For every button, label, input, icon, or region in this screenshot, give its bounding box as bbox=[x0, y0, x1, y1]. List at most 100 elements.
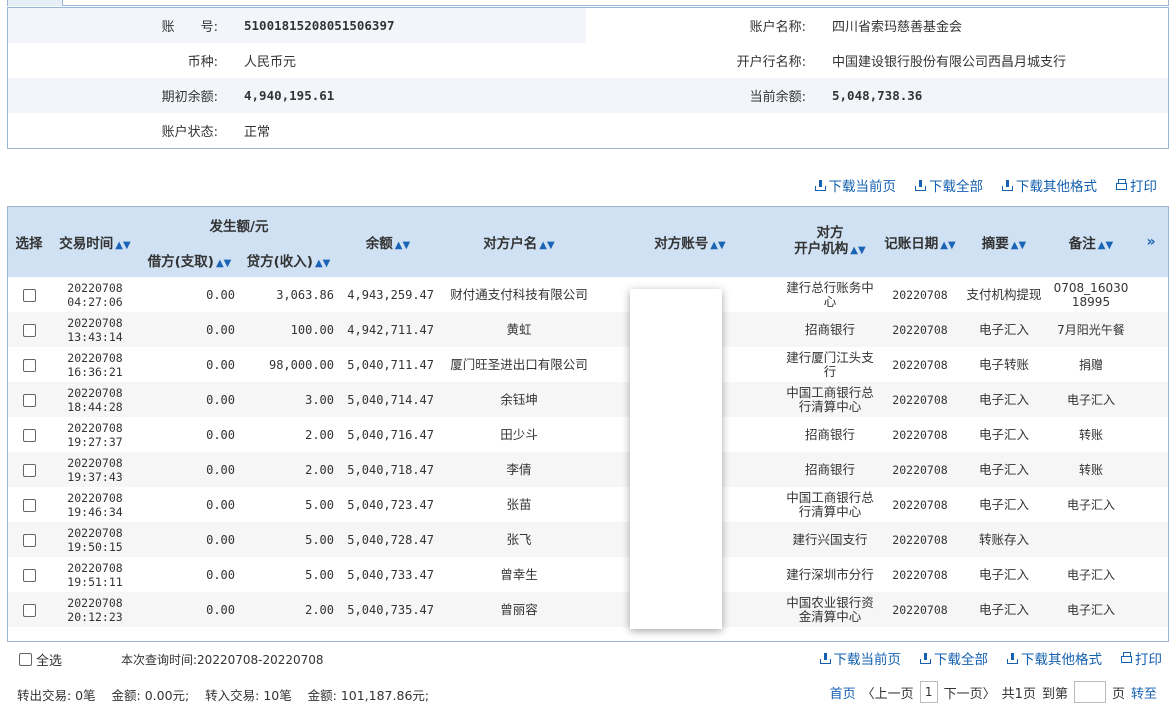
page-unit: 页 bbox=[1111, 686, 1125, 702]
print-link[interactable]: 打印 bbox=[1116, 175, 1157, 195]
debit-amount: 0.00 bbox=[206, 497, 235, 512]
counterparty-name: 财付通支付科技有限公司 bbox=[450, 286, 588, 302]
counterparty-name: 张飞 bbox=[438, 522, 600, 557]
row-select-cell bbox=[8, 382, 50, 417]
header-counterparty-bank[interactable]: 对方 开户机构 ▲▼ bbox=[780, 207, 880, 277]
row-checkbox[interactable] bbox=[22, 358, 36, 372]
sort-icon[interactable]: ▲▼ bbox=[850, 245, 865, 256]
more-columns-button[interactable]: » bbox=[1134, 207, 1168, 277]
table-row[interactable]: 20220708 04:27:06 0.00 3,063.86 4,943,259.47… bbox=[8, 277, 1168, 312]
header-debit[interactable]: 借方(支取) ▲▼ bbox=[140, 242, 239, 277]
transaction-table: 选择 交易时间 ▲▼ 发生额/元 余额 ▲▼ 对方户名 ▲▼ 对方账号 ▲▼ 对方 开户机… bbox=[7, 206, 1169, 642]
counterparty-bank: 建行厦门江头支行 bbox=[786, 349, 874, 379]
post-date: 20220708 bbox=[892, 287, 948, 302]
header-balance[interactable]: 余额 ▲▼ bbox=[338, 207, 438, 277]
debit-amount: 0.00 bbox=[140, 452, 239, 487]
sort-icon[interactable]: ▲▼ bbox=[1011, 240, 1026, 251]
counterparty-name: 田少斗 bbox=[500, 426, 538, 442]
chevron-right-icon[interactable]: » bbox=[1146, 234, 1155, 250]
sort-icon[interactable]: ▲▼ bbox=[940, 240, 955, 251]
row-checkbox[interactable] bbox=[22, 393, 36, 407]
sort-icon[interactable]: ▲▼ bbox=[539, 240, 554, 251]
header-summary[interactable]: 摘要 ▲▼ bbox=[960, 207, 1048, 277]
row-checkbox[interactable] bbox=[22, 533, 36, 547]
table-row[interactable]: 2022070819:37:430.002.005,040,718.47李倩62… bbox=[8, 452, 1168, 487]
download-icon bbox=[1007, 652, 1018, 664]
table-row[interactable]: 2022070819:50:150.005.005,040,728.47张飞62… bbox=[8, 522, 1168, 557]
table-row[interactable]: 2022070820:12:230.002.005,040,735.47曾丽容6… bbox=[8, 592, 1168, 627]
header-counterparty-account[interactable]: 对方账号 ▲▼ bbox=[600, 207, 780, 277]
summary: 电子汇入 bbox=[960, 382, 1048, 417]
row-select-cell bbox=[8, 487, 50, 522]
row-checkbox[interactable] bbox=[22, 498, 36, 512]
header-amount-group: 发生额/元 bbox=[140, 207, 338, 242]
debit-amount: 0.00 bbox=[140, 522, 239, 557]
download-other-format-link[interactable]: 下载其他格式 bbox=[1002, 175, 1097, 195]
row-checkbox[interactable] bbox=[22, 463, 36, 477]
counterparty-name: 黄虹 bbox=[438, 312, 600, 347]
sort-icon[interactable]: ▲▼ bbox=[216, 258, 231, 269]
post-date: 20220708 bbox=[880, 312, 960, 347]
account-name-label: 账户名称: bbox=[586, 8, 818, 43]
transaction-time: 20220708 19:37:43 bbox=[50, 452, 140, 487]
download-all-link[interactable]: 下载全部 bbox=[915, 175, 983, 195]
header-credit[interactable]: 贷方(收入) ▲▼ bbox=[239, 242, 338, 277]
debit-amount: 0.00 bbox=[140, 382, 239, 417]
opening-balance: 4,940,195.61 bbox=[230, 78, 586, 113]
currency-value: 人民币元 bbox=[244, 55, 297, 70]
row-checkbox[interactable] bbox=[22, 323, 36, 337]
download-page-link[interactable]: 下载当前页 bbox=[814, 175, 896, 195]
header-select: 选择 bbox=[8, 207, 50, 277]
table-row[interactable]: 20220708 13:43:14 0.00 100.00 4,942,711.47 黄虹… bbox=[8, 312, 1168, 347]
next-page-link[interactable]: 下一页〉 bbox=[944, 683, 996, 702]
sort-icon[interactable]: ▲▼ bbox=[710, 240, 725, 251]
header-time[interactable]: 交易时间 ▲▼ bbox=[50, 207, 140, 277]
balance-amount: 5,040,735.47 bbox=[338, 592, 438, 627]
remark: 7月阳光午餐 bbox=[1048, 312, 1134, 347]
download-page-link[interactable]: 下载当前页 bbox=[819, 648, 901, 668]
counterparty-name: 曾幸生 bbox=[500, 566, 538, 582]
prev-page-link[interactable]: 〈上一页 bbox=[862, 683, 914, 702]
download-icon bbox=[819, 652, 831, 664]
sort-icon[interactable]: ▲▼ bbox=[115, 240, 130, 251]
account-status: 正常 bbox=[244, 125, 271, 140]
table-row[interactable]: 2022070818:44:280.003.005,040,714.47余钰坤6… bbox=[8, 382, 1168, 417]
counterparty-bank: 建行深圳市分行 bbox=[786, 566, 874, 582]
download-other-format-link[interactable]: 下载其他格式 bbox=[1007, 648, 1102, 668]
table-row[interactable]: 2022070819:51:110.005.005,040,733.47曾幸生6… bbox=[8, 557, 1168, 592]
table-row[interactable]: 2022070819:27:370.002.005,040,716.47田少斗6… bbox=[8, 417, 1168, 452]
summary: 电子汇入 bbox=[978, 566, 1029, 582]
active-tab[interactable] bbox=[8, 0, 63, 6]
credit-amount: 5.00 bbox=[305, 567, 334, 582]
balance-amount: 5,040,728.47 bbox=[338, 522, 438, 557]
header-counterparty-name[interactable]: 对方户名 ▲▼ bbox=[438, 207, 600, 277]
post-date: 20220708 bbox=[892, 357, 948, 372]
counterparty-bank: 招商银行 bbox=[804, 426, 855, 442]
sort-icon[interactable]: ▲▼ bbox=[1098, 240, 1113, 251]
print-link[interactable]: 打印 bbox=[1121, 648, 1162, 668]
current-page[interactable]: 1 bbox=[919, 681, 938, 703]
transaction-time: 20220708 19:50:15 bbox=[50, 522, 140, 557]
table-row[interactable]: 2022070819:46:340.005.005,040,723.47张苗62… bbox=[8, 487, 1168, 522]
sort-icon[interactable]: ▲▼ bbox=[395, 240, 410, 251]
sort-icon[interactable]: ▲▼ bbox=[315, 258, 330, 269]
select-all-checkbox[interactable] bbox=[19, 653, 32, 666]
row-checkbox[interactable] bbox=[22, 568, 36, 582]
goto-page-input[interactable] bbox=[1073, 681, 1106, 703]
account-info-panel: 账 号: 51001815208051506397 账户名称: 四川省索玛慈善基… bbox=[7, 7, 1169, 149]
row-checkbox[interactable] bbox=[22, 428, 36, 442]
header-remark[interactable]: 备注 ▲▼ bbox=[1048, 207, 1134, 277]
select-all[interactable]: 全选 bbox=[19, 650, 62, 669]
row-select-cell bbox=[8, 557, 50, 592]
first-page-link[interactable]: 首页 bbox=[830, 683, 856, 702]
row-checkbox[interactable] bbox=[22, 288, 36, 302]
row-checkbox[interactable] bbox=[22, 603, 36, 617]
account-status-label: 账户状态: bbox=[161, 125, 218, 140]
currency-label: 币种: bbox=[187, 55, 218, 70]
table-row[interactable]: 20220708 16:36:21 0.00 98,000.00 5,040,711.4… bbox=[8, 347, 1168, 382]
goto-button[interactable]: 转至 bbox=[1131, 683, 1157, 702]
download-all-link[interactable]: 下载全部 bbox=[920, 648, 988, 668]
download-toolbar-top: 下载当前页 下载全部 下载其他格式 打印 bbox=[814, 175, 1157, 195]
header-post-date[interactable]: 记账日期 ▲▼ bbox=[880, 207, 960, 277]
current-balance-label: 当前余额: bbox=[586, 78, 818, 113]
